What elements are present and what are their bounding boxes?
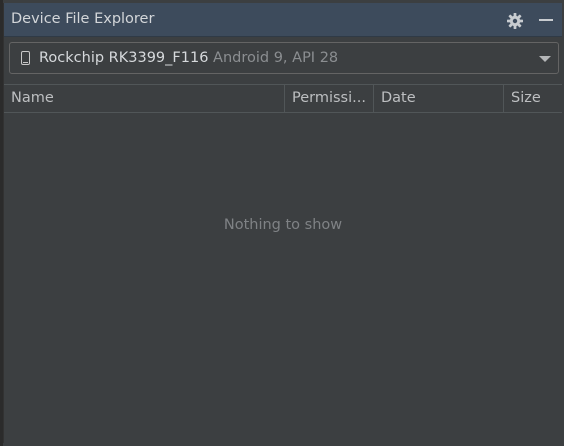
device-selector-row: Rockchip RK3399_F116 Android 9, API 28	[4, 38, 562, 84]
column-header-date[interactable]: Date	[374, 85, 504, 112]
phone-icon	[21, 51, 30, 65]
gear-icon[interactable]	[506, 12, 524, 30]
column-header-name[interactable]: Name	[4, 85, 285, 112]
chevron-down-icon[interactable]	[539, 56, 551, 62]
column-header-size[interactable]: Size	[504, 85, 562, 112]
minimize-icon[interactable]	[539, 19, 553, 21]
column-header-permissions[interactable]: Permissi...	[285, 85, 374, 112]
device-selector-dropdown[interactable]: Rockchip RK3399_F116 Android 9, API 28	[9, 42, 559, 74]
file-table-body[interactable]: Nothing to show	[4, 113, 562, 443]
table-header: Name Permissi... Date Size	[4, 84, 562, 113]
panel-title: Device File Explorer	[11, 11, 155, 27]
device-name: Rockchip RK3399_F116	[39, 50, 209, 66]
panel-title-bar: Device File Explorer	[4, 3, 562, 37]
device-details: Android 9, API 28	[213, 50, 339, 66]
device-selector-value: Rockchip RK3399_F116 Android 9, API 28	[39, 50, 338, 66]
empty-state-message: Nothing to show	[223, 217, 343, 233]
device-file-explorer-panel: Device File Explorer Rockchip RK3399_F11…	[3, 3, 562, 443]
